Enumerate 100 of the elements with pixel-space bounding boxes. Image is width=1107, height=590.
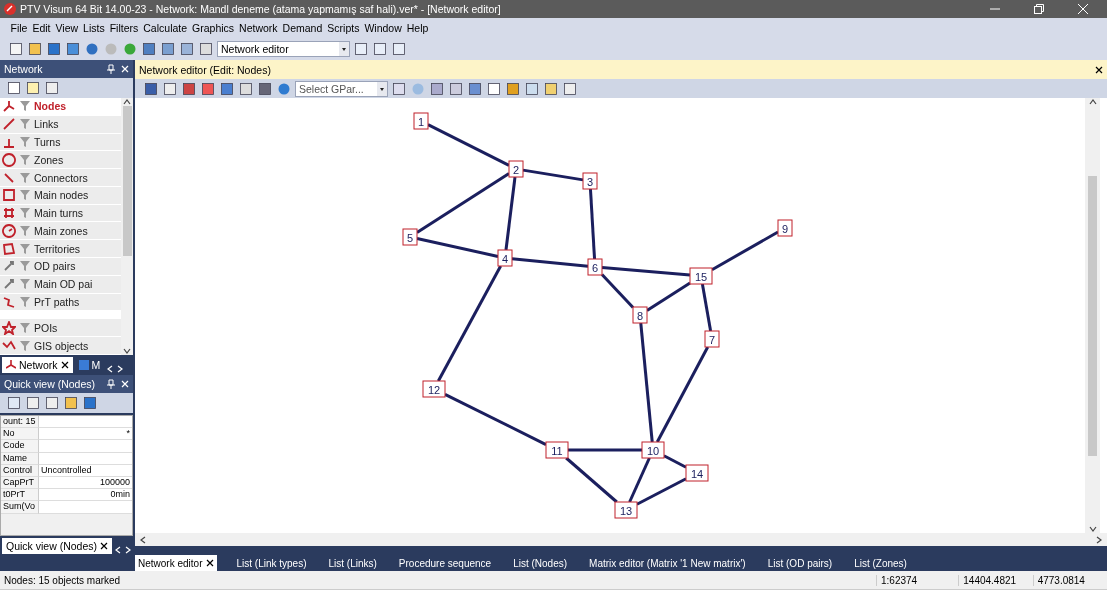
layer-item[interactable]: Territories — [0, 240, 121, 259]
scrollbar[interactable] — [121, 98, 133, 355]
layer-item[interactable]: Zones — [0, 151, 121, 170]
document-tab[interactable]: Procedure sequence — [395, 555, 495, 571]
scrollbar[interactable] — [135, 533, 1107, 546]
menu-item[interactable]: Scripts — [324, 22, 362, 34]
network-node[interactable]: 10 — [641, 441, 665, 459]
link-line[interactable] — [588, 188, 597, 260]
link-line[interactable] — [427, 123, 510, 167]
link-line[interactable] — [565, 456, 618, 504]
network-node[interactable]: 3 — [582, 172, 598, 190]
close-icon[interactable] — [60, 361, 69, 369]
pane-tab[interactable]: Network — [2, 357, 73, 373]
attribute-value[interactable]: * — [39, 428, 132, 441]
gpar-select[interactable]: Select GPar... — [295, 80, 388, 97]
pane-tab[interactable]: M — [74, 357, 105, 373]
document-tab[interactable]: Network editor — [135, 555, 218, 571]
pane-title: Network — [4, 63, 43, 75]
attribute-name: t0PrT — [1, 489, 39, 502]
close-icon[interactable] — [100, 542, 109, 550]
layer-icon — [2, 241, 16, 256]
link-line[interactable] — [711, 230, 779, 271]
view-select[interactable]: Network editor — [217, 41, 350, 57]
document-tab[interactable]: List (Links) — [325, 555, 380, 571]
y-coordinate: 4773.0814 — [1032, 574, 1107, 586]
document-tab[interactable]: List (Link types) — [233, 555, 310, 571]
x-coordinate: 14404.4821 — [958, 574, 1033, 586]
layer-icon — [2, 99, 16, 114]
menu-item[interactable]: File — [8, 22, 30, 34]
layer-item[interactable]: POIs — [0, 319, 121, 338]
count-label: ount: 15 — [1, 416, 39, 429]
link-line[interactable] — [504, 176, 517, 251]
network-node[interactable]: 8 — [632, 306, 648, 324]
tab-scroll-right-icon[interactable] — [124, 546, 133, 554]
network-node[interactable]: 12 — [422, 380, 446, 398]
network-node[interactable]: 6 — [587, 258, 603, 276]
layer-icon — [2, 170, 16, 185]
menu-item[interactable]: Filters — [107, 22, 141, 34]
menu-item[interactable]: Window — [361, 22, 405, 34]
network-node[interactable]: 4 — [497, 249, 513, 267]
pin-icon[interactable] — [107, 379, 115, 389]
menu-item[interactable]: View — [53, 22, 81, 34]
link-line[interactable] — [522, 168, 584, 182]
network-node[interactable]: 7 — [704, 330, 720, 348]
layer-item[interactable]: Nodes — [0, 98, 121, 116]
menu-item[interactable]: Demand — [280, 22, 325, 34]
document-tab[interactable]: List (Nodes) — [510, 555, 571, 571]
link-line[interactable] — [628, 457, 651, 503]
close-icon[interactable] — [206, 559, 215, 567]
document-tab[interactable]: List (Zones) — [851, 555, 910, 571]
network-node[interactable]: 11 — [545, 441, 569, 459]
attribute-value[interactable]: 0min — [39, 489, 132, 502]
menu-item[interactable]: Help — [404, 22, 431, 34]
link-line[interactable] — [639, 322, 654, 443]
pane-title: Quick view (Nodes) — [4, 378, 96, 390]
link-line[interactable] — [655, 346, 710, 443]
link-line[interactable] — [646, 281, 691, 312]
filter-icon[interactable] — [20, 101, 30, 112]
menu-item[interactable]: Lists — [80, 22, 108, 34]
document-tab[interactable]: Matrix editor (Matrix '1 New matrix') — [586, 555, 749, 571]
scale-readout: 1:62374 — [876, 574, 959, 586]
link-line[interactable] — [700, 283, 713, 332]
link-line[interactable] — [511, 257, 589, 268]
layer-item[interactable]: Connectors — [0, 169, 121, 187]
network-node[interactable]: 9 — [777, 219, 793, 237]
layer-item[interactable]: Main zones — [0, 222, 121, 241]
network-node[interactable]: 14 — [685, 464, 709, 482]
menu-item[interactable]: Edit — [29, 22, 53, 34]
network-node[interactable]: 5 — [402, 228, 418, 246]
menu-item[interactable]: Graphics — [189, 22, 237, 34]
scrollbar[interactable] — [1085, 98, 1100, 533]
link-line[interactable] — [600, 273, 635, 309]
layer-icon — [2, 223, 16, 238]
pane-tab[interactable]: Quick view (Nodes) — [2, 538, 113, 554]
layer-item[interactable]: GIS objects — [0, 337, 121, 355]
close-icon[interactable] — [1095, 65, 1103, 74]
tab-scroll-left-icon[interactable] — [106, 365, 115, 373]
attribute-name: Code — [1, 440, 39, 453]
link-line[interactable] — [444, 393, 547, 446]
link-line[interactable] — [601, 266, 691, 277]
network-node[interactable]: 2 — [508, 160, 524, 178]
tab-scroll-left-icon[interactable] — [114, 546, 123, 554]
layer-item[interactable]: OD pairs — [0, 258, 121, 276]
dropdown-caret-icon[interactable] — [339, 42, 349, 56]
menu-item[interactable]: Network — [236, 22, 281, 34]
dropdown-caret-icon[interactable] — [377, 81, 387, 96]
network-node[interactable]: 15 — [689, 267, 713, 285]
tab-scroll-right-icon[interactable] — [116, 365, 125, 373]
link-line[interactable] — [416, 237, 499, 258]
editor-title: Network editor (Edit: Nodes) — [139, 63, 271, 76]
link-line[interactable] — [416, 172, 510, 234]
pin-icon[interactable] — [107, 64, 115, 74]
attribute-name: No — [1, 428, 39, 441]
link-line[interactable] — [437, 265, 502, 382]
document-tab[interactable]: List (OD pairs) — [764, 555, 836, 571]
network-node[interactable]: 13 — [614, 501, 638, 519]
link-line[interactable] — [636, 477, 687, 506]
menu-item[interactable]: Calculate — [140, 22, 190, 34]
link-line[interactable] — [663, 454, 687, 469]
network-node[interactable]: 1 — [413, 112, 429, 130]
